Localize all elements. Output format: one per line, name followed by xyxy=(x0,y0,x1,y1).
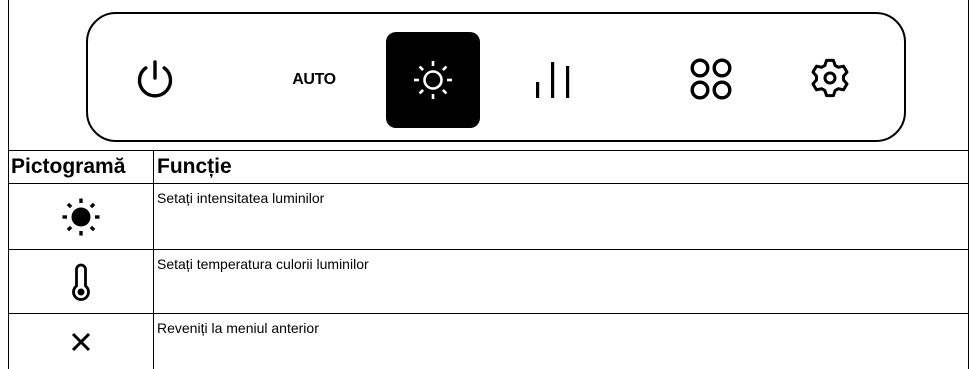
levels-button[interactable] xyxy=(533,60,573,100)
function-cell: Reveniți la meniul anterior xyxy=(154,314,968,369)
table-row: Reveniți la meniul anterior xyxy=(9,314,968,369)
header-function-cell: Funcție xyxy=(154,151,968,183)
power-icon xyxy=(137,60,173,98)
brightness-button[interactable] xyxy=(386,32,480,128)
pictogram-cell xyxy=(9,184,154,249)
power-button[interactable] xyxy=(135,59,175,99)
function-description: Reveniți la meniul anterior xyxy=(157,320,319,336)
pictogram-cell xyxy=(9,250,154,313)
sun-icon xyxy=(62,198,100,235)
function-cell: Setați temperatura culorii luminilor xyxy=(154,250,968,313)
header-pictogram: Pictogramă xyxy=(11,155,126,178)
four-circles-icon xyxy=(690,58,732,100)
header-function: Funcție xyxy=(157,155,232,178)
brightness-icon xyxy=(414,61,452,99)
gear-icon xyxy=(811,58,849,98)
close-icon xyxy=(71,332,91,351)
table-row: Setați temperatura culorii luminilor xyxy=(9,250,968,314)
thermometer-icon xyxy=(72,263,90,301)
control-panel-figure: AUTO xyxy=(8,0,969,151)
zones-button[interactable] xyxy=(689,57,733,101)
pictogram-cell xyxy=(9,314,154,369)
levels-bars-icon xyxy=(536,62,570,98)
header-pictogram-cell: Pictogramă xyxy=(9,151,154,183)
function-description: Setați temperatura culorii luminilor xyxy=(157,256,369,272)
manual-page: AUTO Pictogramă Funcție Setați intensita… xyxy=(0,0,970,369)
device-control-bar: AUTO xyxy=(86,12,906,142)
auto-button[interactable]: AUTO xyxy=(279,70,349,90)
function-description: Setați intensitatea luminilor xyxy=(157,190,325,206)
table-header-row: Pictogramă Funcție xyxy=(9,151,968,184)
pictogram-function-table: Pictogramă Funcție Setați intensitatea l… xyxy=(8,151,969,369)
function-cell: Setați intensitatea luminilor xyxy=(154,184,968,249)
settings-button[interactable] xyxy=(808,56,852,100)
table-row: Setați intensitatea luminilor xyxy=(9,184,968,250)
